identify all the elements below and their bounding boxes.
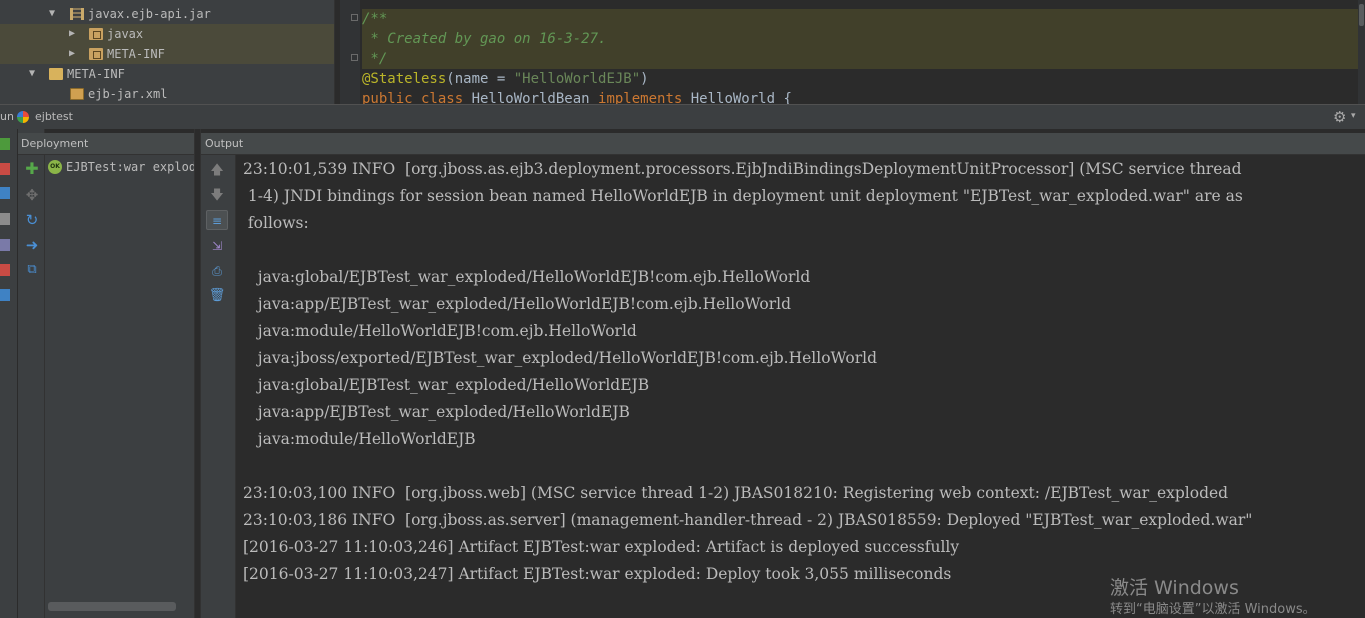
console-line: [2016-03-27 11:10:03,247] Artifact EJBTe… xyxy=(243,565,952,583)
splitter[interactable] xyxy=(194,129,201,618)
package-icon xyxy=(89,28,103,40)
tree-item-meta-inf-jar[interactable]: ▶ META-INF xyxy=(0,44,334,64)
pin-icon[interactable] xyxy=(0,239,10,251)
tree-item-meta-inf[interactable]: ▼ META-INF xyxy=(0,64,334,84)
tree-item-label: META-INF xyxy=(107,47,165,61)
stop-icon[interactable] xyxy=(0,163,10,175)
expand-arrow-icon[interactable]: ▼ xyxy=(49,4,55,24)
watermark-subtitle: 转到“电脑设置”以激活 Windows。 xyxy=(1110,602,1316,617)
jar-icon xyxy=(70,8,84,20)
console-line: java:app/EJBTest_war_exploded/HelloWorld… xyxy=(243,295,792,313)
deployment-item-label: EJBTest:war exploded xyxy=(66,160,194,174)
folder-icon xyxy=(49,68,63,80)
code-editor[interactable]: /** * Created by gao on 16-3-27. */ @Sta… xyxy=(340,0,1365,107)
run-window-title: un xyxy=(0,110,14,123)
deployment-panel: Deployment OK EJBTest:war exploded xyxy=(18,129,194,618)
scroll-to-end-icon[interactable]: ⇲ xyxy=(206,236,228,256)
arrow-down-icon[interactable]: 🡇 xyxy=(206,186,228,206)
code-line-2: * Created by gao on 16-3-27. xyxy=(362,29,1365,49)
windows-activation-watermark: 激活 Windows 转到“电脑设置”以激活 Windows。 xyxy=(1110,576,1316,618)
code-line-3: */ xyxy=(362,49,1365,69)
deployment-list: OK EJBTest:war exploded xyxy=(45,155,194,618)
arrow-up-icon[interactable]: 🡅 xyxy=(206,161,228,181)
console-line: java:app/EJBTest_war_exploded/HelloWorld… xyxy=(243,403,630,421)
editor-scrollbar[interactable] xyxy=(1358,0,1365,104)
tree-item-label: javax.ejb-api.jar xyxy=(88,7,211,21)
xml-file-icon xyxy=(70,88,84,100)
soft-wrap-icon[interactable]: ≡ xyxy=(206,210,228,230)
close-icon[interactable] xyxy=(0,264,10,276)
deployment-header: Deployment xyxy=(18,133,194,155)
print-icon[interactable]: ⎙ xyxy=(206,261,228,281)
chevron-down-icon[interactable]: ▾ xyxy=(1351,111,1356,121)
status-ok-icon: OK xyxy=(48,160,62,174)
dump-threads-icon[interactable] xyxy=(0,213,10,225)
tree-item-ejb-jar-xml[interactable]: ejb-jar.xml xyxy=(0,84,334,104)
console-line: follows: xyxy=(243,214,309,232)
project-tree: ▼ javax.ejb-api.jar ▶ javax ▶ META-INF ▼… xyxy=(0,0,334,104)
help-icon[interactable] xyxy=(0,289,10,301)
expand-arrow-icon[interactable]: ▼ xyxy=(29,64,35,84)
tree-item-javax[interactable]: ▶ javax xyxy=(0,24,334,44)
package-icon xyxy=(89,48,103,60)
annotation-token: @Stateless xyxy=(362,71,447,87)
run-actions-toolbar xyxy=(0,129,18,618)
rerun-icon[interactable] xyxy=(0,138,10,150)
output-header: Output xyxy=(201,133,1365,155)
console-line: 23:10:03,186 INFO [org.jboss.as.server] … xyxy=(243,511,1253,529)
collapsed-arrow-icon[interactable]: ▶ xyxy=(69,44,75,64)
code-line-4: @Stateless(name = "HelloWorldEJB") xyxy=(362,69,1365,89)
tree-item-label: ejb-jar.xml xyxy=(88,87,168,101)
watermark-title: 激活 Windows xyxy=(1110,577,1239,599)
fold-marker-icon[interactable] xyxy=(351,14,358,21)
console-line: java:global/EJBTest_war_exploded/HelloWo… xyxy=(243,376,650,394)
run-config-icon xyxy=(17,111,29,123)
output-toolbar: 🡅 🡇 ≡ ⇲ ⎙ 🗑 xyxy=(201,155,236,618)
fold-marker-icon[interactable] xyxy=(351,54,358,61)
refresh-icon[interactable] xyxy=(0,187,10,199)
console-line: java:global/EJBTest_war_exploded/HelloWo… xyxy=(243,268,811,286)
tree-item-label: META-INF xyxy=(67,67,125,81)
console-line: java:module/HelloWorldEJB xyxy=(243,430,476,448)
console-line: 23:10:03,100 INFO [org.jboss.web] (MSC s… xyxy=(243,484,1229,502)
gear-icon[interactable]: ⚙ xyxy=(1333,108,1346,126)
clear-all-icon[interactable]: 🗑 xyxy=(206,286,228,306)
editor-gutter xyxy=(340,0,360,104)
collapsed-arrow-icon[interactable]: ▶ xyxy=(69,24,75,44)
tree-item-javax-ejb-api-jar[interactable]: ▼ javax.ejb-api.jar xyxy=(0,4,334,24)
console-line: 1-4) JNDI bindings for session bean name… xyxy=(243,187,1243,205)
string-token: "HelloWorldEJB" xyxy=(513,71,641,87)
run-tab-ejbtest[interactable]: ejbtest xyxy=(35,110,73,123)
horizontal-scrollbar[interactable] xyxy=(48,602,176,611)
code-line-1: /** xyxy=(362,9,1365,29)
console-line: java:jboss/exported/EJBTest_war_exploded… xyxy=(243,349,878,367)
console-line: [2016-03-27 11:10:03,246] Artifact EJBTe… xyxy=(243,538,960,556)
run-tool-window-header: un ejbtest ⚙ ▾ xyxy=(0,104,1365,129)
tree-item-label: javax xyxy=(107,27,144,41)
code-token: (name = xyxy=(446,71,514,87)
code-token: ) xyxy=(640,71,649,87)
console-line: java:module/HelloWorldEJB!com.ejb.HelloW… xyxy=(243,322,637,340)
console-line: 23:10:01,539 INFO [org.jboss.as.ejb3.dep… xyxy=(243,160,1242,178)
console-output[interactable]: 23:10:01,539 INFO [org.jboss.as.ejb3.dep… xyxy=(237,155,1365,618)
